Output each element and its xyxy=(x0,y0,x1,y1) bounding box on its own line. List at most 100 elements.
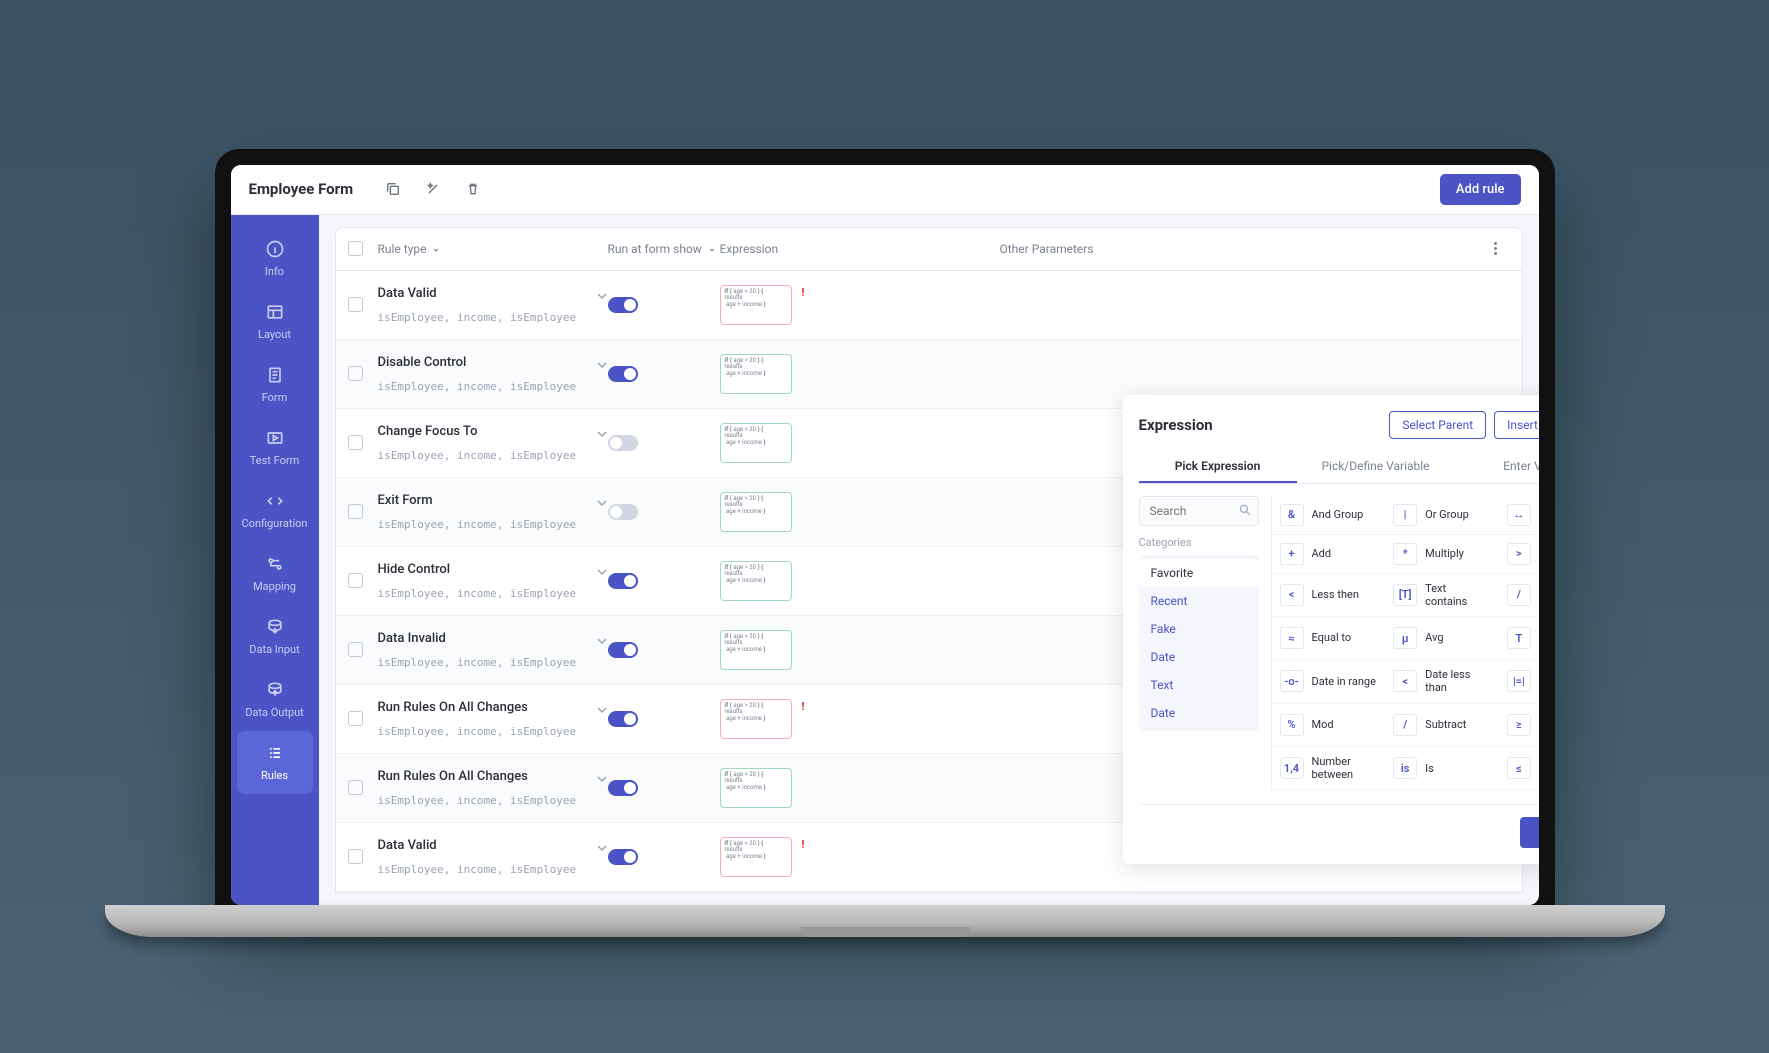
operator-item[interactable]: ≥Greater than or equal to xyxy=(1499,704,1539,747)
operator-item[interactable]: |=|Date equals xyxy=(1499,660,1539,703)
run-toggle[interactable] xyxy=(608,780,638,796)
category-item[interactable]: Recent xyxy=(1139,587,1259,615)
expression-preview[interactable]: if ( age > 20 ) {results age + income } xyxy=(720,354,792,394)
chevron-down-icon[interactable] xyxy=(596,359,608,371)
operator-item[interactable]: *Multiply xyxy=(1385,535,1499,574)
chevron-down-icon[interactable] xyxy=(596,566,608,578)
category-item[interactable]: Date xyxy=(1139,699,1259,727)
sidebar-item-layout[interactable]: Layout xyxy=(231,290,319,353)
row-checkbox[interactable] xyxy=(348,297,363,312)
category-item[interactable]: Favorite xyxy=(1139,559,1259,587)
expression-preview[interactable]: if ( age > 20 ) {results age + income } xyxy=(720,423,792,463)
run-toggle[interactable] xyxy=(608,849,638,865)
chevron-down-icon[interactable] xyxy=(596,773,608,785)
sort-icon[interactable] xyxy=(432,245,440,253)
operator-symbol: < xyxy=(1393,670,1417,692)
sidebar-item-rules[interactable]: Rules xyxy=(237,731,313,794)
operator-item[interactable]: <Less then xyxy=(1272,574,1386,617)
category-item[interactable]: Fake xyxy=(1139,615,1259,643)
mapping-icon xyxy=(265,554,285,574)
more-menu-icon[interactable] xyxy=(1482,242,1510,255)
category-item[interactable]: Text xyxy=(1139,671,1259,699)
operator-item[interactable]: ≤Less than or equal to xyxy=(1499,747,1539,790)
operator-item[interactable]: TText starts with xyxy=(1499,617,1539,660)
operator-item[interactable]: isIs xyxy=(1385,747,1499,790)
tab-enter-value[interactable]: Enter Value xyxy=(1455,451,1539,483)
operator-item[interactable]: +Add xyxy=(1272,535,1386,574)
magic-icon[interactable] xyxy=(425,181,441,197)
operator-item[interactable]: [T]Text contains xyxy=(1385,574,1499,617)
select-parent-button[interactable]: Select Parent xyxy=(1389,411,1486,439)
column-rule-type[interactable]: Rule type xyxy=(378,242,427,256)
sidebar-item-data-output[interactable]: Data Output xyxy=(231,668,319,731)
operator-symbol: ≈ xyxy=(1280,627,1304,649)
run-toggle[interactable] xyxy=(608,435,638,451)
row-checkbox[interactable] xyxy=(348,435,363,450)
chevron-down-icon[interactable] xyxy=(596,704,608,716)
sidebar-item-configuration[interactable]: Configuration xyxy=(231,479,319,542)
chevron-down-icon[interactable] xyxy=(596,290,608,302)
operator-label: Subtract xyxy=(1425,718,1466,731)
expression-preview[interactable]: if ( age > 20 ) {results age + income } xyxy=(720,768,792,808)
operator-item[interactable]: |Or Group xyxy=(1385,496,1499,535)
insert-expression-button[interactable]: Insert Expression xyxy=(1494,411,1538,439)
laptop-notch xyxy=(800,927,970,937)
table-row[interactable]: Data Valid isEmployee, income, isEmploye… xyxy=(336,271,1522,340)
tab-pick-variable[interactable]: Pick/Define Variable xyxy=(1297,451,1455,483)
rule-subtitle: isEmployee, income, isEmployee xyxy=(378,725,577,738)
expression-preview[interactable]: if ( age > 20 ) {results age + income } xyxy=(720,492,792,532)
column-run[interactable]: Run at form show xyxy=(608,242,702,256)
row-checkbox[interactable] xyxy=(348,849,363,864)
operator-item[interactable]: &And Group xyxy=(1272,496,1386,535)
operator-item[interactable]: μAvg xyxy=(1385,617,1499,660)
operator-item[interactable]: ↔If/Then xyxy=(1499,496,1539,535)
error-icon: ! xyxy=(802,701,805,713)
row-checkbox[interactable] xyxy=(348,642,363,657)
chevron-down-icon[interactable] xyxy=(596,428,608,440)
expression-preview[interactable]: if ( age > 20 ) {results age + income } … xyxy=(720,699,792,739)
run-toggle[interactable] xyxy=(608,504,638,520)
chevron-down-icon[interactable] xyxy=(596,842,608,854)
trash-icon[interactable] xyxy=(465,181,481,197)
run-toggle[interactable] xyxy=(608,366,638,382)
operator-item[interactable]: ≈Equal to xyxy=(1272,617,1386,660)
sidebar-item-form[interactable]: Form xyxy=(231,353,319,416)
sidebar-item-test-form[interactable]: Test Form xyxy=(231,416,319,479)
info-icon xyxy=(265,239,285,259)
chevron-down-icon[interactable] xyxy=(596,497,608,509)
expression-preview[interactable]: if ( age > 20 ) {results age + income } xyxy=(720,630,792,670)
run-toggle[interactable] xyxy=(608,297,638,313)
operator-item[interactable]: %Mod xyxy=(1272,704,1386,747)
sidebar-item-data-input[interactable]: Data Input xyxy=(231,605,319,668)
run-toggle[interactable] xyxy=(608,711,638,727)
run-toggle[interactable] xyxy=(608,642,638,658)
operator-symbol: -o- xyxy=(1280,670,1304,692)
sort-icon[interactable] xyxy=(708,245,716,253)
sidebar-item-mapping[interactable]: Mapping xyxy=(231,542,319,605)
operator-item[interactable]: -o-Date in range xyxy=(1272,660,1386,703)
expression-preview[interactable]: if ( age > 20 ) {results age + income } … xyxy=(720,837,792,877)
complete-button[interactable]: Complete xyxy=(1520,817,1538,848)
operator-item[interactable]: /Divide xyxy=(1499,574,1539,617)
run-toggle[interactable] xyxy=(608,573,638,589)
category-item[interactable]: Date xyxy=(1139,643,1259,671)
sidebar-item-info[interactable]: Info xyxy=(231,227,319,290)
row-checkbox[interactable] xyxy=(348,711,363,726)
row-checkbox[interactable] xyxy=(348,504,363,519)
chevron-down-icon[interactable] xyxy=(596,635,608,647)
row-checkbox[interactable] xyxy=(348,780,363,795)
expression-preview[interactable]: if ( age > 20 ) {results age + income } … xyxy=(720,285,792,325)
row-checkbox[interactable] xyxy=(348,366,363,381)
add-rule-button[interactable]: Add rule xyxy=(1440,174,1521,205)
copy-icon[interactable] xyxy=(385,181,401,197)
operator-symbol: & xyxy=(1280,504,1304,526)
expression-preview[interactable]: if ( age > 20 ) {results age + income } xyxy=(720,561,792,601)
rule-name: Data Valid xyxy=(378,286,437,301)
operator-item[interactable]: /Subtract xyxy=(1385,704,1499,747)
tab-pick-expression[interactable]: Pick Expression xyxy=(1139,451,1297,483)
row-checkbox[interactable] xyxy=(348,573,363,588)
operator-item[interactable]: >Greater than xyxy=(1499,535,1539,574)
operator-item[interactable]: 1,4Number between xyxy=(1272,747,1386,790)
operator-item[interactable]: <Date less than xyxy=(1385,660,1499,703)
select-all-checkbox[interactable] xyxy=(348,241,363,256)
